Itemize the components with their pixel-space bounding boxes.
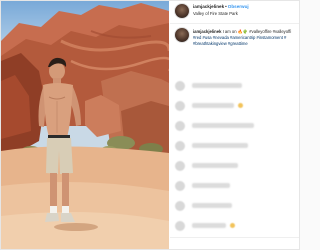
comment-avatar[interactable] xyxy=(175,121,185,131)
caption-line-1: I am on 🔥🌵 #valleyoffire #valleyoffi xyxy=(222,29,292,34)
comment-avatar[interactable] xyxy=(175,221,185,231)
separator-dot: • xyxy=(225,4,227,9)
list-item xyxy=(170,101,299,111)
photo-scene xyxy=(1,3,169,249)
list-item xyxy=(170,81,299,91)
username-link[interactable]: iamjackjelinek xyxy=(193,4,224,9)
caption-text: iamjackjelinek I am on 🔥🌵 #valleyoffire … xyxy=(193,29,297,47)
list-item xyxy=(170,161,299,171)
comment-avatar[interactable] xyxy=(175,201,185,211)
comment-text-blurred xyxy=(192,163,238,168)
list-item xyxy=(170,201,299,211)
comment-avatar[interactable] xyxy=(175,101,185,111)
caption: iamjackjelinek I am on 🔥🌵 #valleyoffire … xyxy=(170,26,299,56)
comment-text-blurred xyxy=(192,123,254,128)
comment-text-blurred xyxy=(192,223,226,228)
comment-text-blurred xyxy=(192,143,248,148)
list-item xyxy=(170,121,299,131)
list-item xyxy=(170,221,299,231)
instagram-post: iamjackjelinek•Obserwuj Valley of Fire S… xyxy=(0,0,300,250)
emoji-icon xyxy=(230,223,235,228)
comment-avatar[interactable] xyxy=(175,141,185,151)
comment-text-blurred xyxy=(192,183,230,188)
comment-avatar[interactable] xyxy=(175,181,185,191)
caption-avatar[interactable] xyxy=(175,28,189,42)
comment-text-blurred xyxy=(192,83,242,88)
follow-button[interactable]: Obserwuj xyxy=(228,4,249,9)
comment-avatar[interactable] xyxy=(175,81,185,91)
caption-username[interactable]: iamjackjelinek xyxy=(193,29,221,34)
list-item xyxy=(170,141,299,151)
post-header-line: iamjackjelinek•Obserwuj xyxy=(193,4,249,9)
divider xyxy=(170,237,299,238)
avatar[interactable] xyxy=(175,4,189,18)
post-photo[interactable] xyxy=(1,1,169,249)
list-item xyxy=(170,181,299,191)
post-sidebar: iamjackjelinek•Obserwuj Valley of Fire S… xyxy=(170,1,299,249)
comment-text-blurred xyxy=(192,203,232,208)
caption-line-3: #breathtakingview #greattime xyxy=(193,41,248,46)
post-header: iamjackjelinek•Obserwuj Valley of Fire S… xyxy=(170,1,299,24)
emoji-icon xyxy=(238,103,243,108)
comment-avatar[interactable] xyxy=(175,161,185,171)
location-link[interactable]: Valley of Fire State Park xyxy=(193,11,238,16)
comment-text-blurred xyxy=(192,103,234,108)
